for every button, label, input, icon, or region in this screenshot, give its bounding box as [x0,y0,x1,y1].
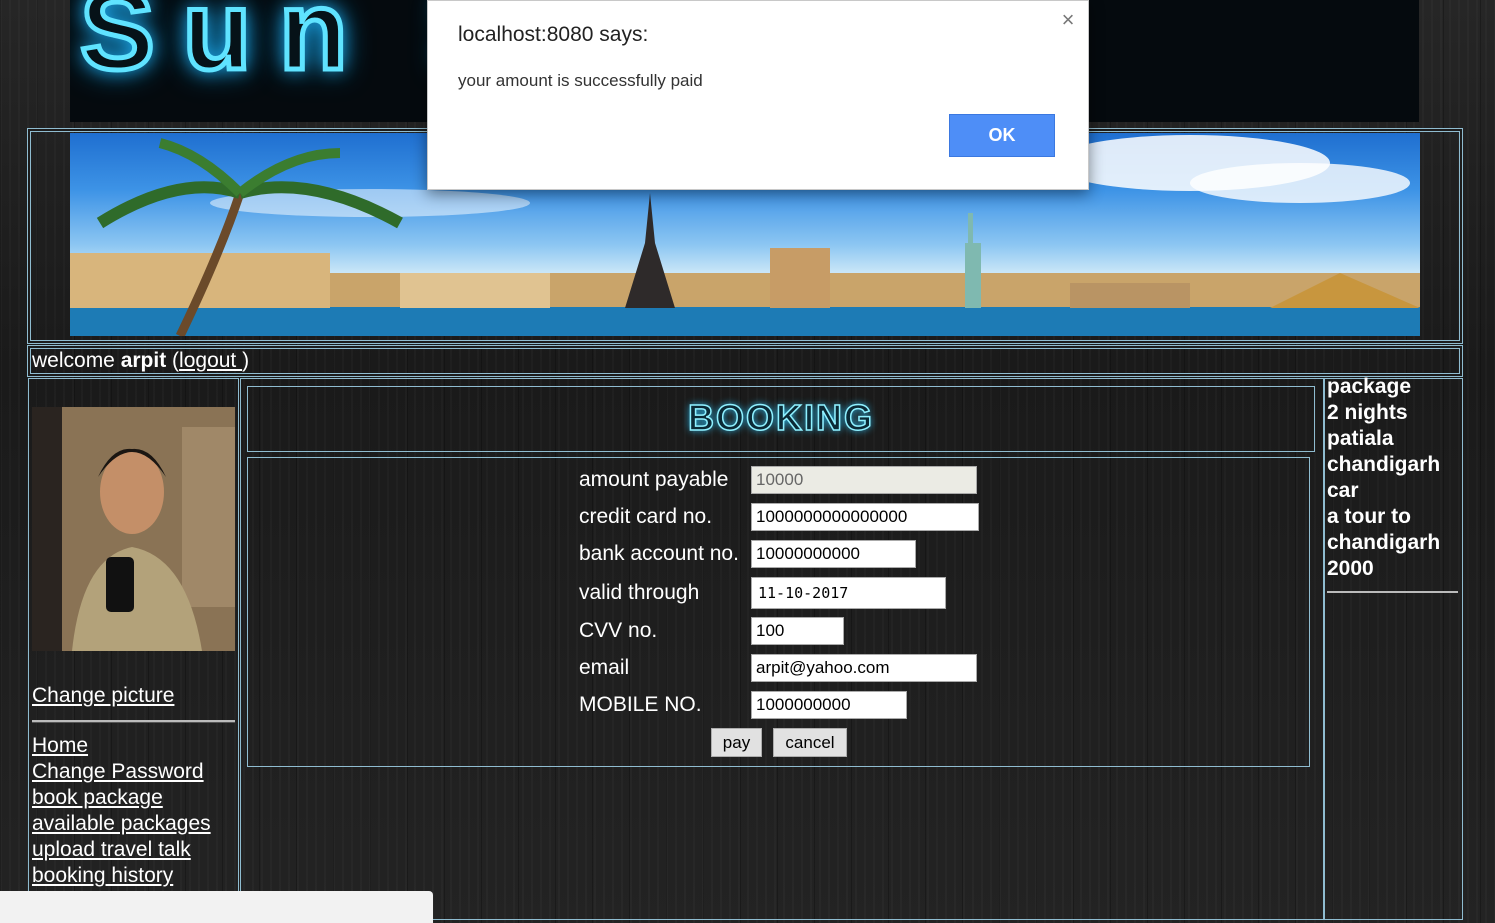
credit-card-input[interactable] [751,503,979,531]
sidebar-divider [32,720,235,723]
package-line: package [1327,375,1412,398]
dialog-title: localhost:8080 says: [458,23,649,46]
mobile-no-input[interactable] [751,691,907,719]
bank-account-label: bank account no. [579,542,739,565]
email-label: email [579,656,630,679]
package-details: package 2 nights patiala chandigarh car … [1327,374,1440,582]
ok-button[interactable]: OK [949,114,1055,157]
profile-picture [32,407,235,651]
package-divider [1327,591,1458,593]
booking-title: BOOKING [687,396,874,439]
dialog-message: your amount is successfully paid [458,71,703,90]
package-line: chandigarh [1327,531,1441,554]
mobile-no-label: MOBILE NO. [579,693,702,716]
pay-button[interactable]: pay [711,728,762,757]
package-line: 2000 [1327,557,1374,580]
logout-link[interactable]: logout [179,349,242,372]
change-picture-link[interactable]: Change picture [32,684,174,708]
nav-available-packages[interactable]: available packages [32,812,211,836]
package-line: 2 nights [1327,401,1408,424]
close-icon[interactable]: × [1058,7,1078,33]
bank-account-input[interactable] [751,540,916,568]
nav-booking-history[interactable]: booking history [32,864,173,888]
valid-through-date-input[interactable] [751,577,946,609]
booking-header: BOOKING [247,386,1315,452]
username: arpit [120,349,167,372]
amount-payable-label: amount payable [579,468,729,491]
package-line: chandigarh [1327,453,1441,476]
welcome-open-paren: ( [166,349,180,372]
welcome-close-paren: ) [242,349,250,372]
cvv-label: CVV no. [579,619,658,642]
amount-payable-input [751,466,977,494]
welcome-text: welcome arpit (logout ) [32,349,249,373]
cancel-button[interactable]: cancel [773,728,847,757]
alert-dialog: localhost:8080 says: your amount is succ… [427,0,1089,190]
download-bar [0,891,433,923]
nav-book-package[interactable]: book package [32,786,163,810]
nav-home[interactable]: Home [32,734,88,758]
package-line: car [1327,479,1359,502]
package-line: a tour to [1327,505,1411,528]
nav-change-password[interactable]: Change Password [32,760,204,784]
welcome-prefix: welcome [32,349,121,372]
package-line: patiala [1327,427,1394,450]
nav-upload-travel-talk[interactable]: upload travel talk [32,838,191,862]
credit-card-label: credit card no. [579,505,713,528]
valid-through-label: valid through [579,581,700,604]
cvv-input[interactable] [751,617,844,645]
email-input[interactable] [751,654,977,682]
